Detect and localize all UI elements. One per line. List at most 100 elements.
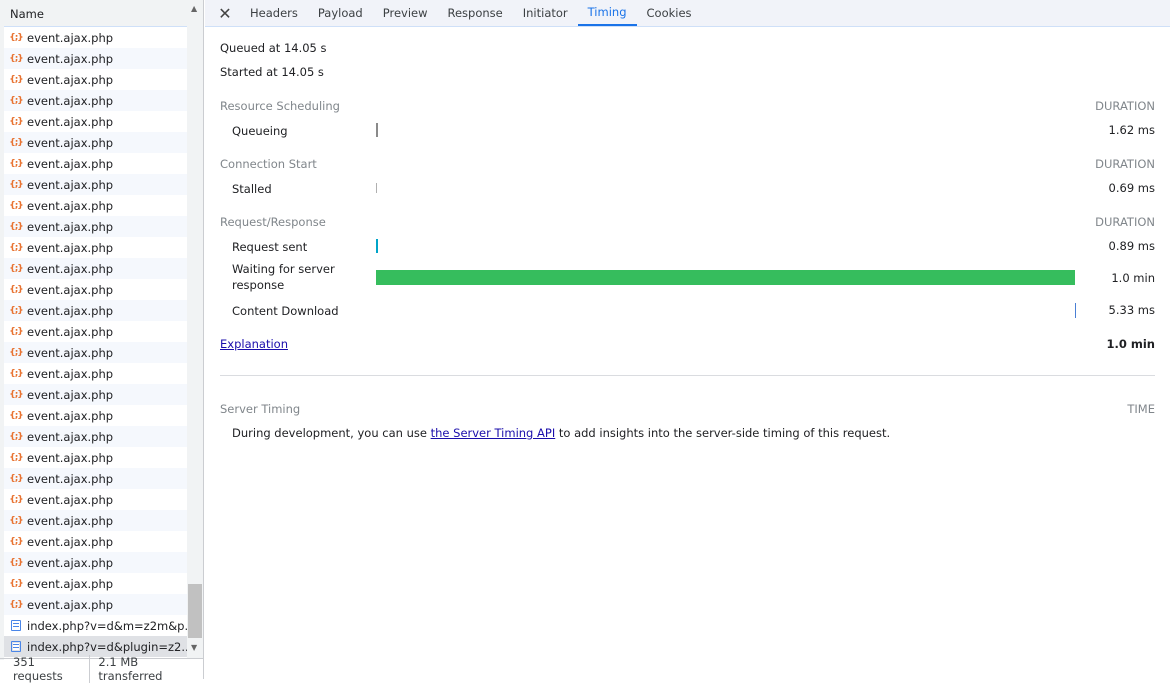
xhr-icon: {;} (9, 368, 23, 379)
request-row[interactable]: {;} event.ajax.php (4, 69, 187, 90)
section-title: Resource Scheduling (220, 99, 340, 113)
duration-label: DURATION (1095, 99, 1155, 113)
tab-response[interactable]: Response (438, 0, 513, 26)
started-at: Started at 14.05 s (220, 65, 324, 79)
request-row[interactable]: {;} event.ajax.php (4, 405, 187, 426)
request-row[interactable]: {;} event.ajax.php (4, 216, 187, 237)
timing-bar (1075, 302, 1076, 318)
status-bar: 351 requests 2.1 MB transferred (0, 655, 204, 683)
request-row[interactable]: {;} event.ajax.php (4, 321, 187, 342)
request-name: event.ajax.php (27, 156, 114, 171)
document-icon (10, 641, 22, 653)
section-title: Connection Start (220, 157, 317, 171)
xhr-icon: {;} (9, 158, 23, 169)
request-row[interactable]: {;} event.ajax.php (4, 384, 187, 405)
xhr-icon: {;} (9, 452, 23, 463)
xhr-icon: {;} (9, 410, 23, 421)
request-row[interactable]: index.php?v=d&plugin=z2... (4, 636, 187, 657)
server-timing-api-link[interactable]: the Server Timing API (431, 426, 556, 440)
request-row[interactable]: index.php?v=d&m=z2m&p... (4, 615, 187, 636)
request-name: event.ajax.php (27, 534, 114, 549)
tab-preview[interactable]: Preview (373, 0, 438, 26)
timing-label: Waiting for server response (232, 262, 335, 292)
request-row[interactable]: {;} event.ajax.php (4, 573, 187, 594)
request-name: event.ajax.php (27, 198, 114, 213)
xhr-icon: {;} (9, 53, 23, 64)
request-row[interactable]: {;} event.ajax.php (4, 279, 187, 300)
request-row[interactable]: {;} event.ajax.php (4, 195, 187, 216)
request-row[interactable]: {;} event.ajax.php (4, 489, 187, 510)
request-row[interactable]: {;} event.ajax.php (4, 132, 187, 153)
request-row[interactable]: {;} event.ajax.php (4, 426, 187, 447)
request-name: event.ajax.php (27, 429, 114, 444)
request-name: event.ajax.php (27, 72, 114, 87)
xhr-icon: {;} (9, 431, 23, 442)
duration-label: DURATION (1095, 157, 1155, 171)
tab-headers[interactable]: Headers (240, 0, 308, 26)
scrollbar[interactable]: ▲ ▼ (187, 0, 203, 658)
request-name: event.ajax.php (27, 219, 114, 234)
request-row[interactable]: {;} event.ajax.php (4, 342, 187, 363)
scroll-down-arrow-icon[interactable]: ▼ (191, 643, 197, 652)
request-row[interactable]: {;} event.ajax.php (4, 111, 187, 132)
request-row[interactable]: {;} event.ajax.php (4, 48, 187, 69)
request-row[interactable]: {;} event.ajax.php (4, 510, 187, 531)
timing-label: Stalled (232, 182, 272, 196)
close-icon[interactable]: ✕ (215, 0, 235, 26)
scroll-up-arrow-icon[interactable]: ▲ (191, 4, 197, 13)
timing-bar (376, 123, 378, 137)
timing-value: 1.0 min (1111, 271, 1155, 285)
total-duration: 1.0 min (1106, 337, 1156, 351)
xhr-icon: {;} (9, 536, 23, 547)
tab-payload[interactable]: Payload (308, 0, 373, 26)
name-column-header[interactable]: Name (4, 0, 187, 27)
tab-bar: ✕ Headers Payload Preview Response Initiator… (205, 0, 1170, 27)
xhr-icon: {;} (9, 347, 23, 358)
xhr-icon: {;} (9, 515, 23, 526)
request-name: event.ajax.php (27, 303, 114, 318)
xhr-icon: {;} (9, 305, 23, 316)
xhr-icon: {;} (9, 137, 23, 148)
request-name: event.ajax.php (27, 282, 114, 297)
request-row[interactable]: {;} event.ajax.php (4, 594, 187, 615)
request-name: event.ajax.php (27, 408, 114, 423)
request-row[interactable]: {;} event.ajax.php (4, 27, 187, 48)
scrollbar-thumb[interactable] (188, 584, 202, 638)
divider (220, 375, 1155, 376)
request-row[interactable]: {;} event.ajax.php (4, 90, 187, 111)
request-row[interactable]: {;} event.ajax.php (4, 468, 187, 489)
xhr-icon: {;} (9, 95, 23, 106)
request-row[interactable]: {;} event.ajax.php (4, 447, 187, 468)
explanation-link[interactable]: Explanation (220, 337, 288, 351)
timing-bar (376, 183, 377, 193)
request-row[interactable]: {;} event.ajax.php (4, 174, 187, 195)
timing-bar (376, 239, 378, 253)
time-label: TIME (1127, 402, 1155, 416)
request-list: {;} event.ajax.php {;} event.ajax.php {;} eve… (4, 27, 187, 657)
tab-initiator[interactable]: Initiator (513, 0, 578, 26)
request-row[interactable]: {;} event.ajax.php (4, 300, 187, 321)
xhr-icon: {;} (9, 494, 23, 505)
request-name: event.ajax.php (27, 471, 114, 486)
timing-value: 1.62 ms (1108, 123, 1155, 137)
request-name: event.ajax.php (27, 51, 114, 66)
document-icon (10, 620, 22, 632)
request-row[interactable]: {;} event.ajax.php (4, 258, 187, 279)
request-row[interactable]: {;} event.ajax.php (4, 531, 187, 552)
request-row[interactable]: {;} event.ajax.php (4, 153, 187, 174)
request-name: event.ajax.php (27, 387, 114, 402)
timing-value: 0.89 ms (1108, 239, 1155, 253)
queued-at: Queued at 14.05 s (220, 41, 327, 55)
request-row[interactable]: {;} event.ajax.php (4, 363, 187, 384)
tab-timing[interactable]: Timing (577, 0, 637, 26)
xhr-icon: {;} (9, 263, 23, 274)
request-name: event.ajax.php (27, 114, 114, 129)
tab-cookies[interactable]: Cookies (637, 0, 702, 26)
request-name: event.ajax.php (27, 93, 114, 108)
request-row[interactable]: {;} event.ajax.php (4, 552, 187, 573)
xhr-icon: {;} (9, 221, 23, 232)
xhr-icon: {;} (9, 116, 23, 127)
timing-label: Content Download (232, 304, 339, 318)
request-name: event.ajax.php (27, 324, 114, 339)
request-row[interactable]: {;} event.ajax.php (4, 237, 187, 258)
